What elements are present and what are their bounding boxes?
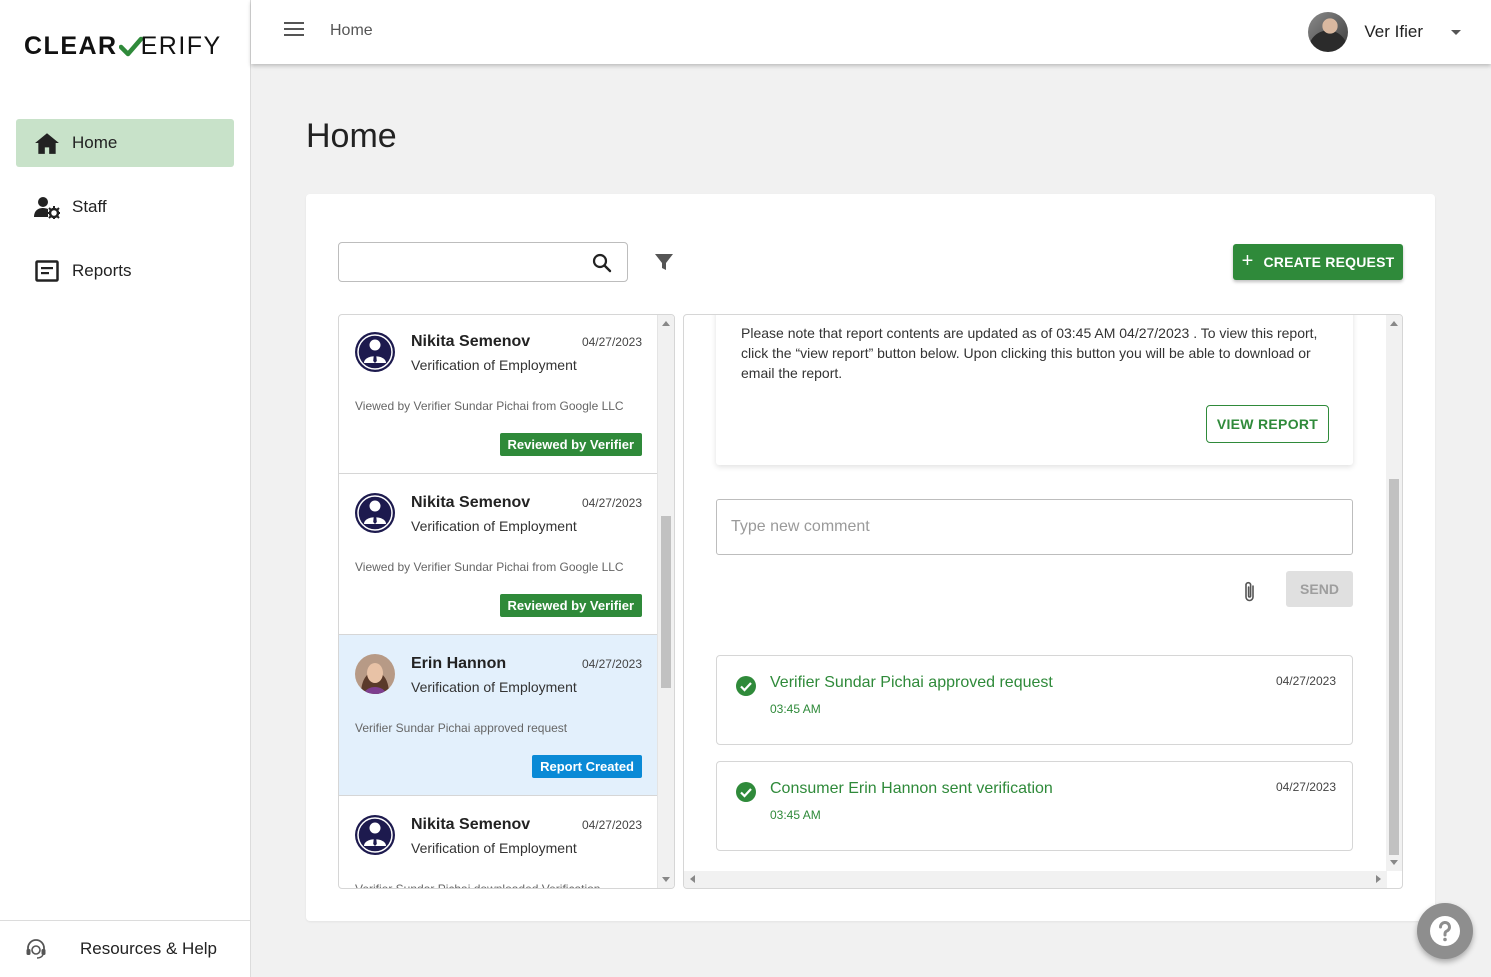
sidebar-item-home[interactable]: Home: [16, 119, 234, 167]
request-date: 04/27/2023: [581, 657, 642, 671]
status-badge: Reviewed by Verifier: [499, 433, 642, 456]
logo-check-icon: [118, 36, 143, 56]
logo-text-clear: CLEAR: [24, 32, 118, 60]
request-list-item[interactable]: Erin Hannon 04/27/2023 Verification of Emp…: [339, 635, 658, 796]
request-activity-note: Verifier Sundar Pichai downloaded Verifi…: [355, 882, 600, 888]
scroll-up-arrow-icon[interactable]: [1390, 321, 1398, 326]
plus-icon: +: [1241, 249, 1254, 272]
view-report-button[interactable]: VIEW REPORT: [1206, 405, 1329, 443]
user-photo-avatar: [355, 654, 395, 694]
request-list-items: Nikita Semenov 04/27/2023 Verification of …: [339, 315, 658, 888]
help-question-icon: [1430, 916, 1460, 946]
create-request-label: CREATE REQUEST: [1263, 254, 1395, 270]
event-title: Verifier Sundar Pichai approved request: [770, 674, 1053, 691]
generic-user-icon: [355, 493, 395, 533]
create-request-button[interactable]: + CREATE REQUEST: [1233, 244, 1403, 280]
request-type: Verification of Employment: [411, 357, 577, 373]
request-type: Verification of Employment: [411, 679, 577, 695]
check-circle-icon: [736, 676, 756, 696]
detail-horizontal-scrollbar[interactable]: [684, 871, 1387, 888]
home-icon: [34, 130, 60, 156]
sidebar-item-staff[interactable]: Staff: [16, 183, 234, 231]
report-notice-card: Please note that report contents are upd…: [716, 315, 1353, 465]
status-badge: Reviewed by Verifier: [499, 594, 642, 617]
detail-vertical-scrollbar[interactable]: [1386, 315, 1402, 871]
breadcrumb: Home: [330, 22, 373, 39]
request-list-item[interactable]: Nikita Semenov 04/27/2023 Verification of …: [339, 315, 658, 474]
request-activity-note: Viewed by Verifier Sundar Pichai from Go…: [355, 399, 624, 413]
filter-icon[interactable]: [654, 252, 674, 272]
search-icon[interactable]: [592, 253, 612, 273]
list-scrollbar[interactable]: [657, 315, 674, 888]
event-time: 03:45 AM: [770, 808, 821, 822]
sidebar-item-label: Staff: [72, 197, 107, 216]
event-title: Consumer Erin Hannon sent verification: [770, 780, 1053, 797]
comment-input[interactable]: [716, 499, 1353, 555]
scroll-down-arrow-icon[interactable]: [1390, 860, 1398, 865]
page-title: Home: [306, 117, 397, 155]
search-box: [338, 242, 628, 282]
sidebar-item-label: Home: [72, 133, 118, 152]
request-list: Nikita Semenov 04/27/2023 Verification of …: [338, 314, 675, 889]
send-button[interactable]: SEND: [1286, 571, 1353, 607]
event-date: 04/27/2023: [1275, 674, 1336, 688]
request-date: 04/27/2023: [581, 335, 642, 349]
requests-card: + CREATE REQUEST Nikita Semenov 04/27/202…: [306, 194, 1435, 921]
resources-help-link[interactable]: Resources & Help: [0, 920, 250, 977]
request-activity-note: Verifier Sundar Pichai approved request: [355, 721, 568, 735]
scroll-down-arrow-icon[interactable]: [662, 877, 670, 882]
status-badge: Report Created: [532, 755, 642, 778]
scroll-right-arrow-icon[interactable]: [1376, 875, 1381, 883]
request-date: 04/27/2023: [581, 818, 642, 832]
request-activity-note: Viewed by Verifier Sundar Pichai from Go…: [355, 560, 624, 574]
check-circle-icon: [736, 782, 756, 802]
search-input[interactable]: [339, 243, 579, 281]
sidebar-nav: Home Staff Reports: [16, 119, 234, 311]
request-name: Nikita Semenov: [411, 333, 531, 350]
support-agent-icon: [24, 937, 48, 961]
activity-event: Consumer Erin Hannon sent verification 0…: [716, 761, 1353, 851]
request-type: Verification of Employment: [411, 840, 577, 856]
request-date: 04/27/2023: [581, 496, 642, 510]
generic-user-icon: [355, 815, 395, 855]
menu-icon[interactable]: [284, 22, 304, 40]
reports-icon: [34, 258, 60, 284]
sidebar-item-label: Reports: [72, 261, 132, 280]
resources-help-label: Resources & Help: [80, 939, 218, 958]
event-time: 03:45 AM: [770, 702, 821, 716]
clearverify-logo[interactable]: CLEAR ERIFY: [24, 32, 222, 61]
activity-event: Verifier Sundar Pichai approved request …: [716, 655, 1353, 745]
help-button[interactable]: [1417, 903, 1473, 959]
request-detail-panel: Please note that report contents are upd…: [683, 314, 1403, 889]
request-name: Erin Hannon: [411, 655, 507, 672]
request-list-item[interactable]: Nikita Semenov 04/27/2023 Verification of …: [339, 796, 658, 888]
logo-text-erify: ERIFY: [140, 32, 222, 60]
event-date: 04/27/2023: [1275, 780, 1336, 794]
request-name: Nikita Semenov: [411, 494, 531, 511]
scroll-left-arrow-icon[interactable]: [690, 875, 695, 883]
request-name: Nikita Semenov: [411, 816, 531, 833]
generic-user-icon: [355, 332, 395, 372]
report-notice-text: Please note that report contents are upd…: [741, 325, 1318, 381]
request-type: Verification of Employment: [411, 518, 577, 534]
top-app-bar: Home Ver Ifier: [251, 0, 1491, 64]
staff-settings-icon: [34, 194, 60, 220]
scrollbar-thumb[interactable]: [661, 515, 671, 688]
user-menu[interactable]: Ver Ifier: [1308, 12, 1461, 52]
chevron-down-icon: [1451, 29, 1461, 35]
request-list-item[interactable]: Nikita Semenov 04/27/2023 Verification of …: [339, 474, 658, 635]
scrollbar-thumb[interactable]: [1389, 479, 1399, 855]
sidebar: CLEAR ERIFY Home Staff Reports Resources…: [0, 0, 251, 977]
paperclip-icon[interactable]: [1240, 580, 1260, 604]
sidebar-item-reports[interactable]: Reports: [16, 247, 234, 295]
scroll-up-arrow-icon[interactable]: [662, 321, 670, 326]
user-avatar: [1308, 12, 1349, 52]
user-name: Ver Ifier: [1364, 22, 1423, 41]
